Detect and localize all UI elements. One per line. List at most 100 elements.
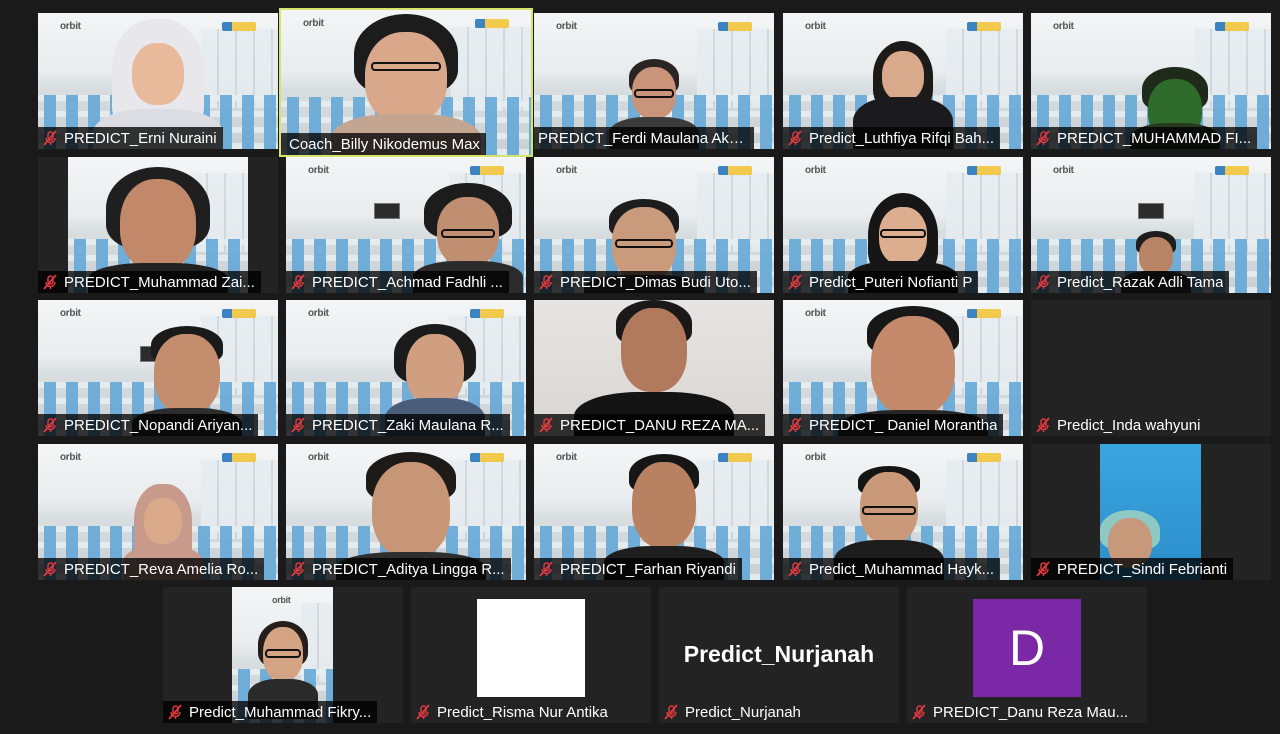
- sponsor-logo: [967, 453, 1001, 462]
- mic-muted-icon: [42, 417, 58, 433]
- sponsor-logo: [718, 22, 752, 31]
- orbit-logo: orbit: [805, 21, 826, 32]
- mic-muted-icon: [290, 417, 306, 433]
- mic-muted-icon: [538, 561, 554, 577]
- mic-muted-icon: [42, 130, 58, 146]
- participant-tile-billy[interactable]: orbit Coach_Billy Nikodemus Max: [279, 8, 533, 157]
- name-label: PREDICT_Dimas Budi Uto...: [534, 271, 757, 293]
- participant-tile-daniel[interactable]: orbit PREDICT_ Daniel Morantha: [783, 300, 1023, 436]
- participant-tile-reva[interactable]: orbit PREDICT_Reva Amelia Ro...: [38, 444, 278, 580]
- sponsor-logo: [1215, 22, 1249, 31]
- mic-muted-icon: [167, 704, 183, 720]
- participant-tile-muhammad-fi[interactable]: orbit PREDICT_MUHAMMAD FI...: [1031, 13, 1271, 149]
- mic-muted-icon: [663, 704, 679, 720]
- name-label: PREDICT_Zaki Maulana R...: [286, 414, 510, 436]
- participant-name: Predict_Nurjanah: [685, 703, 801, 721]
- participant-tile-muhammad-hayk[interactable]: orbit Predict_Muhammad Hayk...: [783, 444, 1023, 580]
- participant-name: PREDICT_Achmad Fadhli ...: [312, 273, 503, 291]
- participant-tile-muhammad-zai[interactable]: PREDICT_Muhammad Zai...: [38, 157, 278, 293]
- mic-muted-icon: [1035, 130, 1051, 146]
- name-label: PREDICT_Danu Reza Mau...: [907, 701, 1134, 723]
- participant-tile-zaki[interactable]: orbit PREDICT_Zaki Maulana R...: [286, 300, 526, 436]
- orbit-logo: orbit: [308, 452, 329, 463]
- name-label: PREDICT_Ferdi Maulana Akb...: [534, 127, 754, 149]
- participant-tile-razak[interactable]: orbit Predict_Razak Adli Tama: [1031, 157, 1271, 293]
- orbit-logo: orbit: [272, 595, 291, 605]
- name-label: PREDICT_ Daniel Morantha: [783, 414, 1004, 436]
- sponsor-logo: [470, 309, 504, 318]
- orbit-logo: orbit: [556, 165, 577, 176]
- participant-tile-danu-reza[interactable]: PREDICT_DANU REZA MA...: [534, 300, 774, 436]
- participant-tile-achmad[interactable]: orbit PREDICT_Achmad Fadhli ...: [286, 157, 526, 293]
- participant-tile-luthfiya[interactable]: orbit Predict_Luthfiya Rifqi Bah...: [783, 13, 1023, 149]
- participant-name: PREDICT_Ferdi Maulana Akb...: [538, 129, 748, 147]
- participant-tile-dimas[interactable]: orbit PREDICT_Dimas Budi Uto...: [534, 157, 774, 293]
- mic-muted-icon: [290, 561, 306, 577]
- sponsor-logo: [222, 453, 256, 462]
- orbit-logo: orbit: [805, 308, 826, 319]
- mic-muted-icon: [1035, 274, 1051, 290]
- name-label: PREDICT_Reva Amelia Ro...: [38, 558, 265, 580]
- name-label: Predict_Muhammad Fikry...: [163, 701, 378, 723]
- name-label: PREDICT_Farhan Riyandi: [534, 558, 742, 580]
- orbit-logo: orbit: [303, 18, 324, 29]
- participant-name: Predict_Inda wahyuni: [1057, 416, 1201, 434]
- participant-name: Coach_Billy Nikodemus Max: [289, 135, 480, 153]
- participant-name: Predict_Risma Nur Antika: [437, 703, 608, 721]
- participant-name: PREDICT_Reva Amelia Ro...: [64, 560, 259, 578]
- orbit-logo: orbit: [805, 452, 826, 463]
- participant-tile-erni[interactable]: orbit PREDICT_Erni Nuraini: [38, 13, 278, 149]
- orbit-logo: orbit: [1053, 165, 1074, 176]
- participant-name: PREDICT_DANU REZA MA...: [560, 416, 760, 434]
- participant-name: PREDICT_Dimas Budi Uto...: [560, 273, 751, 291]
- sponsor-logo: [470, 166, 504, 175]
- name-label: PREDICT_Nopandi Ariyan...: [38, 414, 259, 436]
- mic-muted-icon: [42, 274, 58, 290]
- name-label: Predict_Muhammad Hayk...: [783, 558, 1001, 580]
- participant-tile-sindi[interactable]: PREDICT_Sindi Febrianti: [1031, 444, 1271, 580]
- participant-tile-inda[interactable]: Predict_Inda wahyuni: [1031, 300, 1271, 436]
- mic-muted-icon: [1035, 417, 1051, 433]
- sponsor-logo: [967, 309, 1001, 318]
- participant-display-name: Predict_Nurjanah: [683, 641, 875, 667]
- participant-tile-nopandi[interactable]: orbit PREDICT_Nopandi Ariyan...: [38, 300, 278, 436]
- participant-name: PREDICT_Danu Reza Mau...: [933, 703, 1129, 721]
- participant-tile-farhan[interactable]: orbit PREDICT_Farhan Riyandi: [534, 444, 774, 580]
- orbit-logo: orbit: [60, 308, 81, 319]
- participant-tile-puteri[interactable]: orbit Predict_Puteri Nofianti P: [783, 157, 1023, 293]
- name-label: PREDICT_Erni Nuraini: [38, 127, 223, 149]
- name-label: Predict_Luthfiya Rifqi Bah...: [783, 127, 1001, 149]
- participant-tile-aditya[interactable]: orbit PREDICT_Aditya Lingga R...: [286, 444, 526, 580]
- name-label: Predict_Razak Adli Tama: [1031, 271, 1230, 293]
- mic-muted-icon: [1035, 561, 1051, 577]
- name-label: PREDICT_Achmad Fadhli ...: [286, 271, 509, 293]
- orbit-logo: orbit: [60, 21, 81, 32]
- mic-muted-icon: [42, 561, 58, 577]
- mic-muted-icon: [290, 274, 306, 290]
- participant-tile-ferdi[interactable]: orbit PREDICT_Ferdi Maulana Akb...: [534, 13, 774, 149]
- orbit-logo: orbit: [60, 452, 81, 463]
- participant-tile-danu-reza-mau[interactable]: D PREDICT_Danu Reza Mau...: [907, 587, 1147, 723]
- participant-name: PREDICT_Muhammad Zai...: [64, 273, 255, 291]
- participant-name: PREDICT_MUHAMMAD FI...: [1057, 129, 1252, 147]
- blank-video: [477, 599, 585, 697]
- orbit-logo: orbit: [556, 21, 577, 32]
- participant-name: Predict_Luthfiya Rifqi Bah...: [809, 129, 995, 147]
- mic-muted-icon: [787, 417, 803, 433]
- mic-muted-icon: [415, 704, 431, 720]
- sponsor-logo: [222, 22, 256, 31]
- participant-tile-nurjanah[interactable]: Predict_Nurjanah Predict_Nurjanah: [659, 587, 899, 723]
- avatar: D: [973, 599, 1081, 697]
- participant-name: PREDICT_Erni Nuraini: [64, 129, 217, 147]
- participant-tile-muhammad-fikry[interactable]: orbit Predict_Muhammad Fikry...: [163, 587, 403, 723]
- participant-tile-risma[interactable]: Predict_Risma Nur Antika: [411, 587, 651, 723]
- mic-muted-icon: [911, 704, 927, 720]
- participant-name: Predict_Muhammad Hayk...: [809, 560, 995, 578]
- sponsor-logo: [967, 22, 1001, 31]
- participant-name: Predict_Puteri Nofianti P: [809, 273, 973, 291]
- sponsor-logo: [475, 19, 509, 28]
- sponsor-logo: [967, 166, 1001, 175]
- orbit-logo: orbit: [1053, 21, 1074, 32]
- name-label: Predict_Nurjanah: [659, 701, 807, 723]
- participant-name: Predict_Muhammad Fikry...: [189, 703, 372, 721]
